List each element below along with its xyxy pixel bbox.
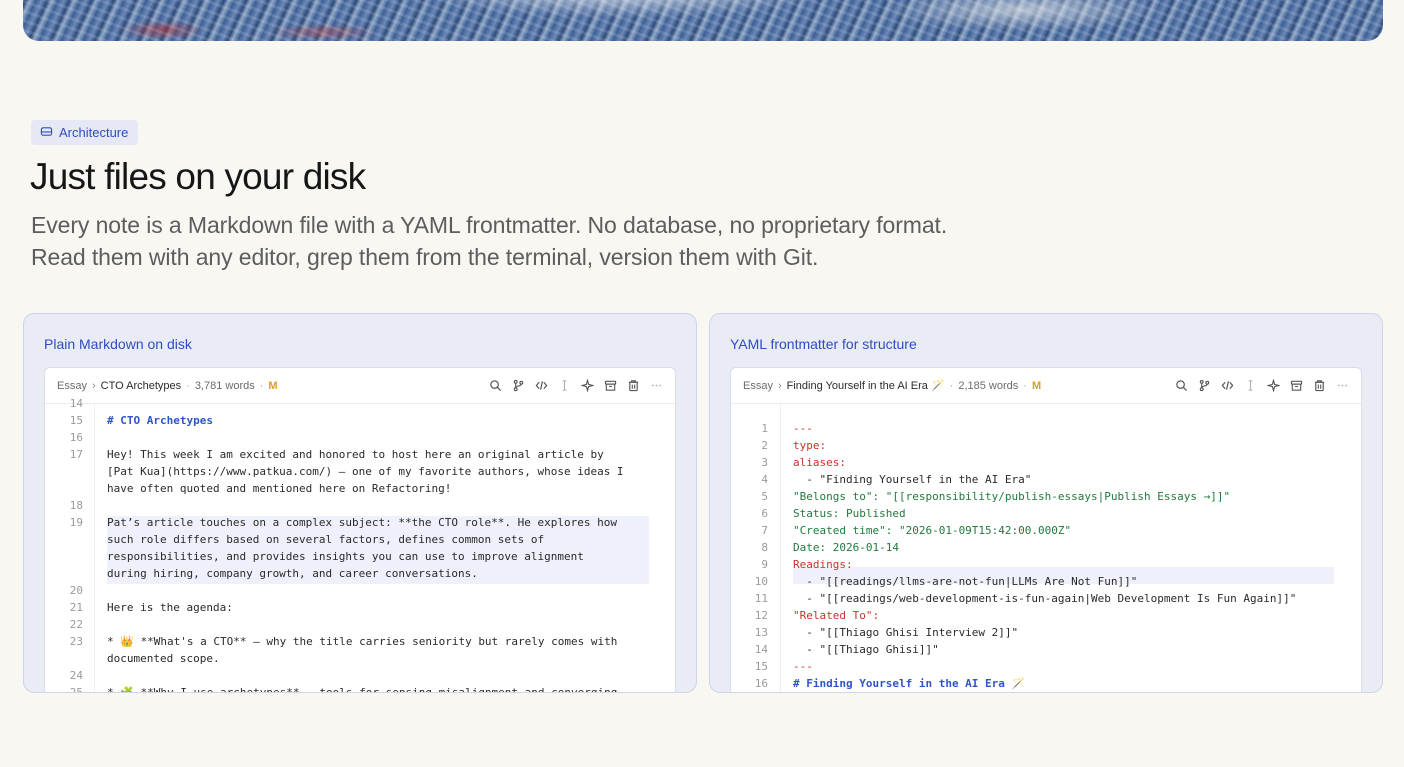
code-line: documented scope. (107, 652, 220, 665)
card-title: Plain Markdown on disk (44, 336, 192, 352)
code-line: responsibilities, and provides insights … (107, 550, 584, 563)
separator-dot: · (1023, 379, 1027, 392)
editor-topbar: Essay › Finding Yourself in the AI Era 🪄… (731, 368, 1361, 404)
code-line: 14 - "[[Thiago Ghisi]]" (754, 643, 939, 656)
archive-icon[interactable] (1289, 379, 1303, 393)
breadcrumb-current[interactable]: Finding Yourself in the AI Era 🪄 (787, 379, 945, 392)
code-line: 6 Status: Published (761, 507, 906, 520)
markdown-card: Plain Markdown on disk Essay › CTO Arche… (23, 313, 697, 693)
code-line: 16 # Finding Yourself in the AI Era 🪄 (754, 677, 1026, 690)
code-line: 2 type: (761, 439, 827, 452)
hero-painting-image (23, 0, 1383, 41)
code-line: during hiring, company growth, and caree… (107, 567, 478, 580)
code-line: 22 (69, 618, 83, 631)
section-subtitle: Every note is a Markdown file with a YAM… (31, 209, 1031, 273)
more-icon[interactable] (649, 379, 663, 393)
text-cursor-icon[interactable] (1243, 379, 1257, 393)
code-icon[interactable] (534, 379, 548, 393)
yaml-card: YAML frontmatter for structure Essay › F… (709, 313, 1383, 693)
code-line: 1 --- (761, 422, 813, 435)
separator-dot: · (186, 379, 190, 392)
editor-window: Essay › CTO Archetypes · 3,781 words · M… (44, 367, 676, 693)
code-line: 23 * 👑 **What's a CTO** — why the title c… (69, 635, 618, 648)
code-area[interactable]: 14 15 # CTO Archetypes 16 17 Hey! This wee… (45, 397, 675, 693)
sparkle-icon[interactable] (1266, 379, 1280, 393)
subtitle-line-1: Every note is a Markdown file with a YAM… (31, 212, 948, 238)
editor-window: Essay › Finding Yourself in the AI Era 🪄… (730, 367, 1362, 692)
code-line: have often quoted and mentioned here on … (107, 482, 452, 495)
subtitle-line-2: Read them with any editor, grep them fro… (31, 244, 819, 270)
modified-flag: M (1031, 379, 1042, 392)
git-branch-icon[interactable] (511, 379, 525, 393)
separator-dot: · (949, 379, 954, 392)
code-line: 3 aliases: (761, 456, 846, 469)
code-line: 20 (69, 584, 83, 597)
code-line: 16 (69, 431, 83, 444)
code-line: 24 (69, 669, 83, 682)
trash-icon[interactable] (626, 379, 640, 393)
git-branch-icon[interactable] (1197, 379, 1211, 393)
code-line: 25 * 🧩 **Why I use archetypes** — tools f… (69, 686, 618, 693)
modified-flag: M (268, 379, 278, 392)
code-line: 11 - "[[readings/web-development-is-fun-… (754, 592, 1297, 605)
code-line: such role differs based on several facto… (107, 533, 545, 546)
text-cursor-icon[interactable] (557, 379, 571, 393)
chevron-right-icon: › (777, 379, 782, 392)
code-icon[interactable] (1220, 379, 1234, 393)
code-line: 9 Readings: (761, 558, 853, 571)
code-line: 15 # CTO Archetypes (69, 414, 213, 427)
card-title: YAML frontmatter for structure (730, 336, 917, 352)
code-line: 13 - "[[Thiago Ghisi Interview 2]]" (754, 626, 1019, 639)
code-line: 17 Hey! This week I am excited and honore… (69, 448, 604, 461)
search-icon[interactable] (1174, 379, 1188, 393)
breadcrumb-parent[interactable]: Essay (57, 380, 87, 392)
code-area[interactable]: 1 --- 2 type: 3 aliases: 4 - "Finding Yours… (731, 404, 1361, 692)
sparkle-icon[interactable] (580, 379, 594, 393)
code-line: 10 - "[[readings/llms-are-not-fun|LLMs A… (754, 575, 1138, 588)
code-line: 19 Pat’s article touches on a complex sub… (69, 516, 617, 529)
word-count: 2,185 words (958, 379, 1019, 392)
trash-icon[interactable] (1312, 379, 1326, 393)
drive-icon (40, 125, 53, 141)
search-icon[interactable] (488, 379, 502, 393)
code-line: 12 "Related To": (754, 609, 880, 622)
code-line: 15 --- (754, 660, 813, 673)
more-icon[interactable] (1335, 379, 1349, 393)
code-line: 18 (69, 499, 83, 512)
chevron-right-icon: › (91, 379, 96, 392)
code-line: 21 Here is the agenda: (69, 601, 233, 614)
breadcrumb-current[interactable]: CTO Archetypes (101, 380, 182, 392)
code-line: 8 Date: 2026-01-14 (761, 541, 899, 554)
code-line: 7 "Created time": "2026-01-09T15:42:00.00… (761, 524, 1072, 537)
code-line: 4 - "Finding Yourself in the AI Era" (761, 473, 1032, 486)
badge-label: Architecture (59, 125, 129, 140)
section-badge: Architecture (31, 120, 139, 145)
breadcrumb-parent[interactable]: Essay (743, 380, 773, 392)
archive-icon[interactable] (603, 379, 617, 393)
code-line: [Pat Kua](https://www.patkua.com/) — one… (107, 465, 624, 478)
code-line: 5 "Belongs to": "[[responsibility/publish… (761, 490, 1231, 503)
word-count: 3,781 words (194, 379, 255, 392)
separator-dot: · (259, 379, 264, 392)
code-line: 14 (69, 397, 83, 410)
editor-toolbar (1174, 368, 1349, 403)
section-title: Just files on your disk (30, 156, 366, 197)
